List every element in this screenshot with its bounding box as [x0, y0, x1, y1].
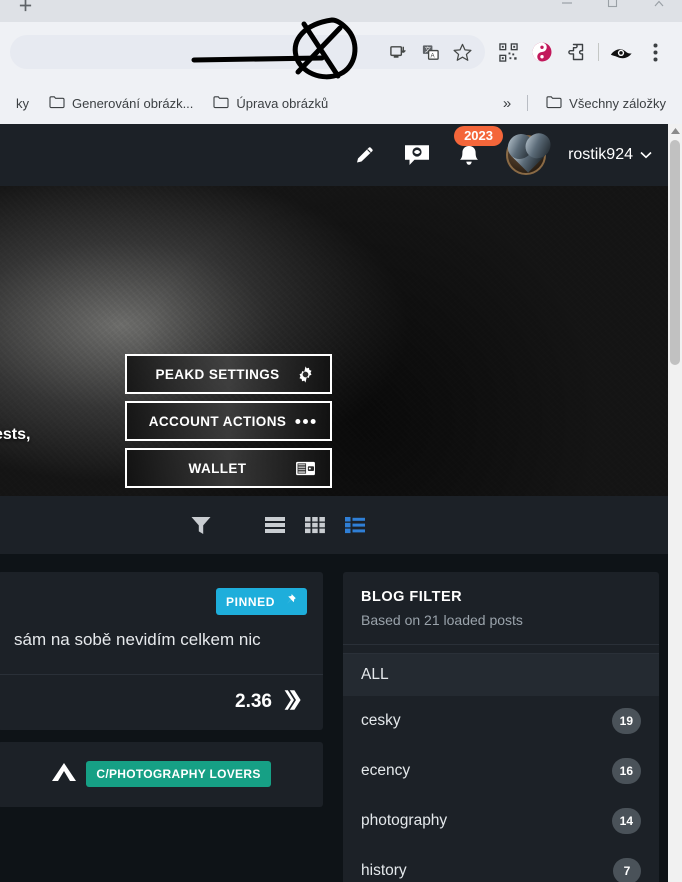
status-badge: PINNED — [216, 588, 307, 615]
blog-filter-subtitle: Based on 21 loaded posts — [361, 612, 523, 628]
web-page-viewport: 2023 rostik924 ests, PEAKD SETTINGS — [0, 124, 668, 882]
filter-item-photography[interactable]: photography 14 — [343, 796, 659, 846]
user-menu[interactable]: rostik924 — [568, 146, 652, 164]
browser-toolbar: 文 A — [0, 22, 682, 82]
filter-item-label: ALL — [361, 666, 389, 683]
profile-bio-fragment: ests, — [0, 426, 31, 443]
filter-funnel-icon[interactable] — [188, 512, 214, 538]
tab-strip — [0, 0, 682, 22]
peakd-settings-label: PEAKD SETTINGS — [155, 366, 280, 382]
new-tab-button[interactable] — [12, 0, 38, 18]
community-badge[interactable]: C/PHOTOGRAPHY LOVERS — [86, 761, 271, 788]
pencil-edit-icon[interactable] — [350, 140, 380, 170]
toolbar-divider — [598, 43, 599, 61]
filter-item-count: 19 — [611, 708, 641, 734]
bookmark-item[interactable]: ky — [8, 92, 37, 115]
pinned-label: PINNED — [226, 594, 275, 609]
post-view-toolbar — [0, 496, 668, 554]
install-app-icon[interactable] — [383, 37, 413, 67]
window-controls — [544, 0, 682, 16]
bookmarks-bar: ky Generování obrázk... Úprava obrázků »… — [0, 82, 682, 124]
filter-item-cesky[interactable]: cesky 19 — [343, 696, 659, 746]
folder-icon — [213, 95, 229, 112]
blog-filter-column: BLOG FILTER Based on 21 loaded posts ALL… — [343, 572, 659, 882]
address-bar[interactable]: 文 A — [10, 35, 485, 69]
filter-item-all[interactable]: ALL — [343, 653, 659, 696]
filter-gap — [343, 645, 659, 653]
post-feed-column: PINNED sám na sobě nevidím celkem nic 2.… — [0, 572, 323, 882]
maximize-button[interactable] — [590, 0, 636, 16]
filter-item-history[interactable]: history 7 — [343, 846, 659, 882]
blog-filter-header: BLOG FILTER Based on 21 loaded posts — [343, 572, 659, 644]
filter-item-count: 14 — [611, 808, 641, 834]
bookmarks-divider — [527, 95, 529, 111]
detail-list-view-icon[interactable] — [342, 512, 368, 538]
post-card-footer: 2.36 — [0, 673, 323, 730]
yin-yang-extension-icon[interactable] — [525, 35, 559, 69]
filter-item-label: cesky — [361, 712, 401, 729]
post-title[interactable]: sám na sobě nevidím celkem nic — [0, 615, 323, 674]
filter-item-count: 7 — [613, 858, 641, 882]
extensions-puzzle-icon[interactable] — [559, 35, 593, 69]
notifications-bell-icon[interactable]: 2023 — [454, 126, 503, 170]
notifications-badge: 2023 — [454, 126, 503, 147]
minimize-button[interactable] — [544, 0, 590, 16]
wallet-button[interactable]: WALLET — [125, 448, 332, 488]
filter-item-label: photography — [361, 812, 448, 829]
bookmark-label: Úprava obrázků — [236, 95, 329, 111]
chrome-menu-icon[interactable] — [638, 35, 672, 69]
community-tag-row: C/PHOTOGRAPHY LOVERS — [0, 742, 323, 807]
filter-item-label: history — [361, 862, 407, 879]
avatar-heart-frame — [511, 137, 547, 173]
post-payout-value: 2.36 — [235, 691, 272, 713]
account-actions-label: ACCOUNT ACTIONS — [148, 413, 287, 429]
chevron-up-logo-icon — [50, 760, 78, 789]
bookmark-item[interactable]: Úprava obrázků — [205, 91, 336, 116]
bookmarks-overflow-button[interactable]: » — [497, 95, 517, 112]
profile-menu-stack: PEAKD SETTINGS ACCOUNT ACTIONS WALLET — [125, 354, 332, 488]
qr-code-icon[interactable] — [491, 35, 525, 69]
ellipsis-icon — [294, 418, 316, 425]
eye-extension-icon[interactable] — [604, 35, 638, 69]
avatar[interactable] — [506, 135, 547, 175]
post-card-header: PINNED — [0, 572, 323, 615]
chevron-down-icon — [640, 146, 652, 164]
translate-icon[interactable]: 文 A — [415, 37, 445, 67]
filter-item-label: ecency — [361, 762, 411, 779]
bookmark-item[interactable]: Generování obrázk... — [41, 91, 201, 116]
pin-icon — [283, 593, 297, 610]
close-button[interactable] — [636, 0, 682, 16]
scrollbar-thumb[interactable] — [670, 140, 680, 365]
browser-chrome: 文 A ky Generování obrázk... Úprava obráz… — [0, 0, 682, 124]
peakd-settings-button[interactable]: PEAKD SETTINGS — [125, 354, 332, 394]
main-content: PINNED sám na sobě nevidím celkem nic 2.… — [0, 554, 668, 882]
post-card[interactable]: C/PHOTOGRAPHY LOVERS — [0, 741, 323, 807]
folder-icon — [546, 95, 562, 112]
bookmark-label: Generování obrázk... — [72, 95, 194, 111]
all-bookmarks-button[interactable]: Všechny záložky — [538, 91, 674, 116]
list-view-icon[interactable] — [262, 512, 288, 538]
bookmark-label: ky — [16, 95, 29, 111]
bookmark-star-icon[interactable] — [447, 37, 477, 67]
profile-cover-image: ests, PEAKD SETTINGS ACCOUNT ACTIONS — [0, 186, 668, 496]
filter-item-count: 16 — [611, 758, 641, 784]
wallet-icon — [294, 460, 316, 477]
wallet-label: WALLET — [188, 460, 247, 476]
hive-logo-icon — [281, 687, 307, 718]
chat-bubble-icon[interactable] — [402, 140, 432, 170]
gear-icon — [294, 365, 316, 384]
filter-item-ecency[interactable]: ecency 16 — [343, 746, 659, 796]
grid-view-icon[interactable] — [302, 512, 328, 538]
username-label: rostik924 — [568, 146, 633, 163]
site-navbar: 2023 rostik924 — [0, 124, 668, 186]
page-scrollbar[interactable] — [668, 124, 682, 882]
blog-filter-title: BLOG FILTER — [361, 589, 463, 605]
post-card[interactable]: PINNED sám na sobě nevidím celkem nic 2.… — [0, 572, 323, 730]
toolbar-icons — [485, 35, 672, 69]
scroll-up-arrow-icon[interactable] — [668, 124, 682, 138]
folder-icon — [49, 95, 65, 112]
blog-filter-panel: BLOG FILTER Based on 21 loaded posts ALL… — [343, 572, 659, 882]
account-actions-button[interactable]: ACCOUNT ACTIONS — [125, 401, 332, 441]
all-bookmarks-label: Všechny záložky — [569, 95, 666, 111]
